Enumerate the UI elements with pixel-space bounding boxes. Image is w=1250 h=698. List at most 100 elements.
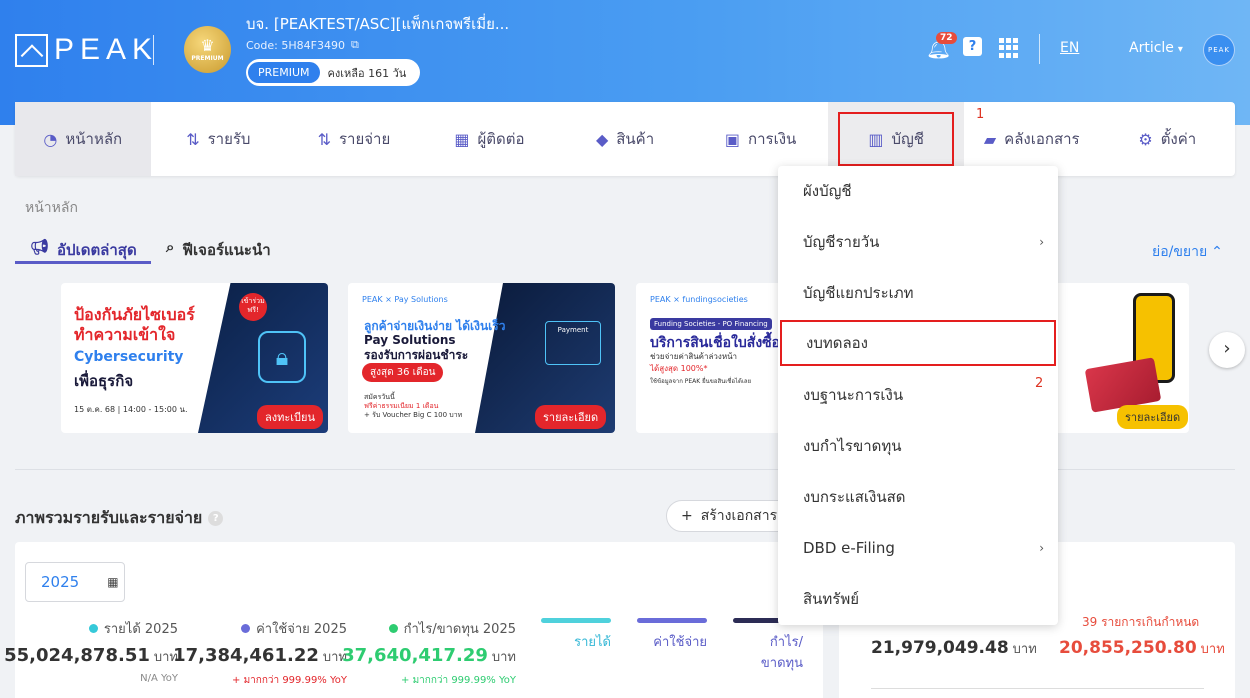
header-divider [153, 35, 154, 65]
peak-logo[interactable]: PEAK [15, 33, 158, 67]
menu-item-chart-of-accounts[interactable]: ผังบัญชี [778, 171, 1058, 211]
company-code: Code: 5H84F3490 ⧉ [246, 38, 359, 52]
nav-item-expense[interactable]: ⇅ รายจ่าย [286, 102, 422, 176]
menu-item-balance-sheet[interactable]: งบฐานะการเงิน [778, 375, 1058, 415]
nav-item-income[interactable]: ⇅ รายรับ [151, 102, 287, 176]
nav-item-label: บัญชี [891, 130, 924, 148]
ledger-icon: ▥ [868, 129, 884, 149]
stat-label: กำไร/ขาดทุน 2025 [403, 622, 516, 637]
banner-small-3: + รับ Voucher Big C 100 บาท [364, 411, 463, 419]
nav-item-contacts[interactable]: ▦ ผู้ติดต่อ [422, 102, 558, 176]
nav-item-label: หน้าหลัก [65, 130, 123, 148]
legend-label: ค่าใช้จ่าย [653, 635, 707, 650]
legend-label: รายได้ [574, 635, 611, 650]
banner-pill: สูงสุด 36 เดือน [362, 363, 444, 382]
menu-item-dbd-efiling[interactable]: DBD e-Filing › [778, 528, 1058, 568]
apps-grid-icon[interactable] [999, 38, 1019, 58]
menu-item-journal[interactable]: บัญชีรายวัน › [778, 222, 1058, 262]
legend-expense[interactable]: ค่าใช้จ่าย [637, 618, 707, 652]
nav-item-settings[interactable]: ⚙ ตั้งค่า [1100, 102, 1236, 176]
help-book-icon[interactable]: ? [963, 37, 982, 56]
product-box-icon: ◆ [595, 129, 609, 149]
money-icon: ▣ [724, 129, 741, 149]
banner-card-promo[interactable]: al รายละเอียด [1040, 283, 1189, 433]
menu-item-general-ledger[interactable]: บัญชีแยกประเภท [778, 273, 1058, 313]
banner-subtitle: Pay Solutions [364, 333, 456, 347]
menu-item-label: บัญชีรายวัน [803, 233, 880, 251]
free-badge: เข้าร่วม ฟรี! [239, 293, 267, 321]
payment-card: Payment [545, 321, 601, 365]
tab-recommended-features[interactable]: ⌕ ฟีเจอร์แนะนำ [166, 238, 271, 262]
banner-line-2: ได้สูงสุด 100%* [650, 364, 708, 373]
megaphone-icon: 📢︎ [30, 238, 50, 256]
panel-divider [871, 688, 1204, 689]
contacts-icon: ▦ [454, 129, 470, 149]
menu-item-label: DBD e-Filing [803, 539, 895, 557]
collapse-toggle[interactable]: ย่อ/ขยาย ⌃ [1152, 241, 1223, 263]
collapse-label: ย่อ/ขยาย [1152, 244, 1208, 260]
create-document-button[interactable]: + สร้างเอกสาร [666, 500, 796, 532]
year-selector[interactable]: 2025 ▦ [25, 562, 125, 602]
plan-pill[interactable]: PREMIUM คงเหลือ 161 วัน [246, 59, 421, 86]
menu-item-label: สินทรัพย์ [803, 590, 860, 608]
chevron-right-icon: › [1039, 235, 1044, 249]
menu-item-label: งบฐานะการเงิน [803, 386, 904, 404]
legend-revenue[interactable]: รายได้ [541, 618, 611, 652]
banner-headline: ป้องกันภัยไซเบอร์ [74, 305, 195, 324]
overdue-total: 20,855,250.80 บาท [1059, 638, 1225, 659]
menu-item-assets[interactable]: สินทรัพย์ [778, 579, 1058, 619]
plus-icon: + [681, 508, 693, 524]
legend-profit[interactable]: กำไร/ขาดทุน [733, 618, 803, 673]
nav-item-home[interactable]: ◔ หน้าหลัก [15, 102, 151, 176]
menu-item-trial-balance[interactable]: งบทดลอง [780, 320, 1056, 366]
plan-remaining: คงเหลือ 161 วัน [327, 66, 407, 80]
annotation-marker-2: 2 [1035, 376, 1044, 391]
banner-small-1: สมัครวันนี้ [364, 393, 395, 401]
main-nav: ◔ หน้าหลัก ⇅ รายรับ ⇅ รายจ่าย ▦ ผู้ติดต่… [15, 102, 1235, 176]
overdue-value: 20,855,250.80 [1059, 638, 1197, 658]
company-name[interactable]: บจ. [PEAKTEST/ASC][แพ็กเกจพรีเมี่ย... [246, 12, 509, 36]
menu-item-label: งบทดลอง [806, 334, 868, 352]
nav-item-finance[interactable]: ▣ การเงิน [693, 102, 829, 176]
menu-item-cash-flow[interactable]: งบกระแสเงินสด [778, 477, 1058, 517]
stat-expense: ค่าใช้จ่าย 2025 17,384,461.22 บาท + มากกว… [173, 618, 347, 688]
banner-funding-societies[interactable]: PEAK × fundingsocieties Funding Societie… [636, 283, 786, 433]
annotation-marker-1: 1 [976, 107, 985, 122]
banner-line-3: ใช้ข้อมูลจาก PEAK ยื่นขอสินเชื่อได้เลย [650, 378, 752, 385]
carousel-next-button[interactable]: › [1209, 332, 1245, 368]
overdue-count[interactable]: 39 รายการเกินกำหนด [1082, 613, 1199, 632]
nav-item-products[interactable]: ◆ สินค้า [557, 102, 693, 176]
stat-value: 55,024,878.51 [4, 645, 150, 666]
banner-cybersecurity[interactable]: เข้าร่วม ฟรี! 🔒︎ ป้องกันภัยไซเบอร์ ทำควา… [61, 283, 328, 433]
legend-bar [541, 618, 611, 623]
language-switch[interactable]: EN [1060, 40, 1079, 56]
details-button[interactable]: รายละเอียด [535, 405, 607, 429]
banner-logo: PEAK × Pay Solutions [362, 295, 448, 304]
nav-item-accounting[interactable]: ▥ บัญชี [828, 102, 964, 176]
chevron-up-icon: ⌃ [1211, 244, 1223, 260]
user-menu[interactable]: Article ▾ [1129, 40, 1183, 56]
banner-logo: PEAK × fundingsocieties [650, 295, 748, 304]
copy-icon[interactable]: ⧉ [351, 38, 359, 52]
banner-pay-solutions[interactable]: PEAK × Pay Solutions Payment ลูกค้าจ่ายเ… [348, 283, 615, 433]
nav-item-label: ตั้งค่า [1160, 130, 1197, 148]
menu-item-income-statement[interactable]: งบกำไรขาดทุน [778, 426, 1058, 466]
banner-small-2: ฟรีค่าธรรมเนียม 1 เดือน [364, 402, 439, 410]
register-button[interactable]: ลงทะเบียน [257, 405, 323, 429]
avatar[interactable]: PEAK [1203, 34, 1235, 66]
receivable-unit: บาท [1012, 642, 1037, 657]
overview-title: ภาพรวมรายรับและรายจ่าย? [15, 506, 224, 531]
stat-revenue: รายได้ 2025 55,024,878.51 บาท N/A YoY [4, 618, 178, 684]
accounting-dropdown: ผังบัญชี บัญชีรายวัน › บัญชีแยกประเภท งบ… [778, 166, 1058, 625]
tab-latest-updates[interactable]: 📢︎ อัปเดตล่าสุด [15, 238, 151, 264]
help-icon[interactable]: ? [208, 511, 224, 526]
nav-item-label: คลังเอกสาร [1004, 130, 1080, 148]
tab-label: ฟีเจอร์แนะนำ [182, 241, 271, 259]
banner-date: 15 ต.ค. 68 | 14:00 - 15:00 น. [74, 405, 188, 414]
details-button[interactable]: รายละเอียด [1117, 405, 1189, 429]
stat-value: 17,384,461.22 [173, 645, 319, 666]
banner-subtitle: Cybersecurity [74, 349, 184, 365]
premium-badge-label: PREMIUM [191, 54, 224, 62]
nav-item-label: การเงิน [748, 130, 797, 148]
gear-icon: ⚙ [1138, 129, 1153, 149]
